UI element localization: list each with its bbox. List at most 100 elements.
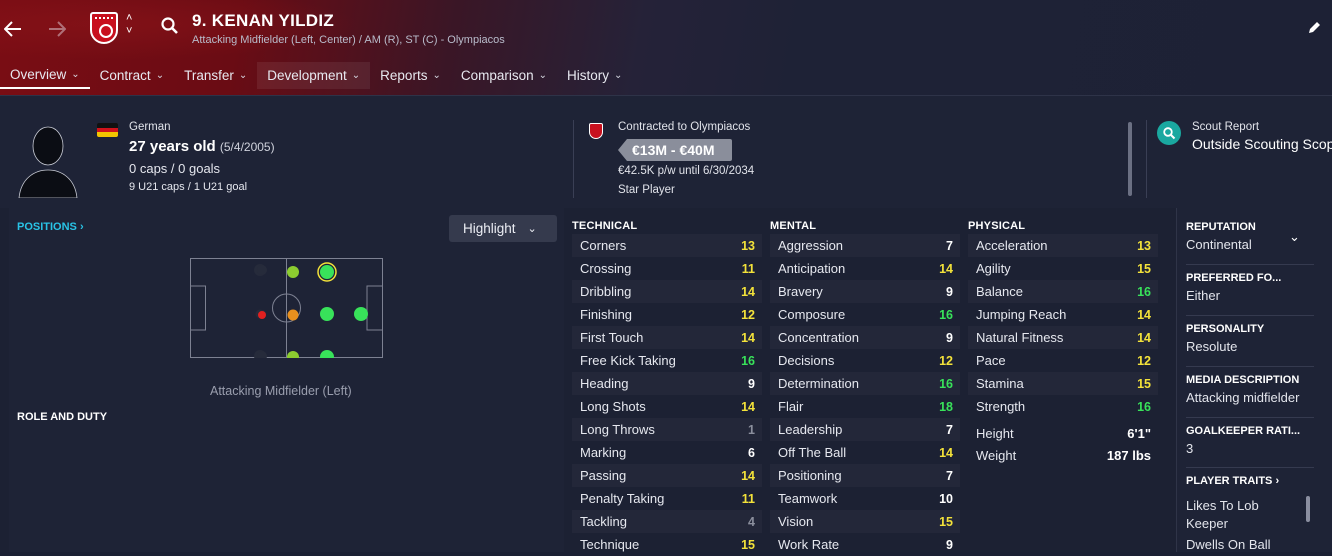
trait-item: Likes To Lob Keeper xyxy=(1186,498,1259,531)
tab-history[interactable]: History ⌄ xyxy=(557,62,632,89)
tab-label: Transfer xyxy=(184,68,234,83)
highlight-dropdown[interactable]: Highlight ⌄ xyxy=(449,215,557,242)
attribute-row[interactable]: Teamwork 10 xyxy=(770,487,960,510)
player-name: 9. KENAN YILDIZ xyxy=(192,11,335,30)
tab-transfer[interactable]: Transfer ⌄ xyxy=(174,62,257,89)
tab-reports[interactable]: Reports ⌄ xyxy=(370,62,451,89)
attribute-row[interactable]: Leadership 7 xyxy=(770,418,960,441)
attribute-value: 12 xyxy=(1137,353,1151,368)
attribute-row[interactable]: Marking 6 xyxy=(572,441,762,464)
attribute-row[interactable]: Jumping Reach 14 xyxy=(968,303,1158,326)
attribute-value: 15 xyxy=(939,514,953,529)
attribute-row[interactable]: Stamina 15 xyxy=(968,372,1158,395)
attribute-row[interactable]: Balance 16 xyxy=(968,280,1158,303)
attribute-row[interactable]: Pace 12 xyxy=(968,349,1158,372)
attribute-row[interactable]: Determination 16 xyxy=(770,372,960,395)
attribute-row[interactable]: First Touch 14 xyxy=(572,326,762,349)
attribute-value: 14 xyxy=(741,284,755,299)
chevron-down-icon: ⌄ xyxy=(155,70,165,81)
tab-contract[interactable]: Contract ⌄ xyxy=(90,62,174,89)
attribute-row[interactable]: Aggression 7 xyxy=(770,234,960,257)
attribute-row[interactable]: Long Throws 1 xyxy=(572,418,762,441)
position-dot xyxy=(258,311,266,319)
search-button[interactable] xyxy=(160,16,180,36)
attribute-row[interactable]: Anticipation 14 xyxy=(770,257,960,280)
tab-comparison[interactable]: Comparison ⌄ xyxy=(451,62,557,89)
chevron-down-icon: ⌄ xyxy=(527,223,537,235)
attribute-value: 10 xyxy=(939,491,953,506)
attribute-value: 14 xyxy=(939,445,953,460)
chevron-down-icon[interactable]: ⌄ xyxy=(1289,229,1300,245)
attribute-name: Work Rate xyxy=(778,537,840,552)
attribute-row[interactable]: Dribbling 14 xyxy=(572,280,762,303)
attribute-row[interactable]: Penalty Taking 11 xyxy=(572,487,762,510)
attribute-row[interactable]: Decisions 12 xyxy=(770,349,960,372)
chevron-down-icon: ⌄ xyxy=(432,70,441,81)
tab-development[interactable]: Development ⌄ xyxy=(257,62,371,89)
germany-flag-icon xyxy=(97,123,118,137)
attribute-row[interactable]: Long Shots 14 xyxy=(572,395,762,418)
age-value: 27 years old xyxy=(129,138,216,155)
chevron-down-icon: ⌄ xyxy=(614,70,623,81)
attribute-value: 14 xyxy=(741,330,755,345)
role-and-duty-title: ROLE AND DUTY xyxy=(17,411,108,423)
tab-label: Development xyxy=(267,68,347,83)
attribute-row[interactable]: Passing 14 xyxy=(572,464,762,487)
attribute-row[interactable]: Bravery 9 xyxy=(770,280,960,303)
chevron-down-icon[interactable]: ˅ xyxy=(126,25,132,38)
attribute-row[interactable]: Positioning 7 xyxy=(770,464,960,487)
attribute-row[interactable]: Vision 15 xyxy=(770,510,960,533)
player-switcher[interactable]: ˄ ˅ xyxy=(126,12,132,38)
scrollbar[interactable] xyxy=(1128,122,1132,196)
attribute-name: Anticipation xyxy=(778,261,846,276)
attribute-row[interactable]: Acceleration 13 xyxy=(968,234,1158,257)
attribute-row[interactable]: Agility 15 xyxy=(968,257,1158,280)
attribute-row[interactable]: Strength 16 xyxy=(968,395,1158,418)
attribute-row[interactable]: Concentration 9 xyxy=(770,326,960,349)
media-description-value: Attacking midfielder xyxy=(1186,390,1300,405)
attribute-name: Finishing xyxy=(580,307,633,322)
attribute-value: 15 xyxy=(1137,261,1151,276)
attribute-name: Composure xyxy=(778,307,846,322)
attribute-row[interactable]: Technique 15 xyxy=(572,533,762,556)
forward-button[interactable] xyxy=(44,16,70,42)
attribute-row[interactable]: Off The Ball 14 xyxy=(770,441,960,464)
attribute-value: 16 xyxy=(1137,399,1151,414)
attribute-name: Crossing xyxy=(580,261,632,276)
back-button[interactable] xyxy=(0,16,26,42)
attribute-row[interactable]: Heading 9 xyxy=(572,372,762,395)
technical-attributes: TECHNICAL Corners 13 Crossing 11 Dribbling 14… xyxy=(572,220,762,556)
club-crest[interactable] xyxy=(90,12,118,44)
weight-value: 187 lbs xyxy=(1106,447,1151,463)
scout-report-button[interactable] xyxy=(1157,121,1181,145)
tab-bar: Overview ⌄ Contract ⌄ Transfer ⌄ Developmen… xyxy=(0,62,632,92)
player-traits-title[interactable]: PLAYER TRAITS › xyxy=(1186,475,1304,487)
positions-link[interactable]: POSITIONS › xyxy=(17,221,84,233)
attribute-value: 14 xyxy=(1137,307,1151,322)
attribute-row[interactable]: Flair 18 xyxy=(770,395,960,418)
chevron-down-icon: ⌄ xyxy=(538,70,548,81)
preferred-foot-block: PREFERRED FO... Either xyxy=(1186,272,1314,303)
attribute-row[interactable]: Composure 16 xyxy=(770,303,960,326)
search-icon xyxy=(1163,127,1176,140)
attribute-value: 9 xyxy=(946,284,953,299)
attribute-row[interactable]: Corners 13 xyxy=(572,234,762,257)
attribute-row[interactable]: Work Rate 9 xyxy=(770,533,960,556)
preferred-foot-title: PREFERRED FO... xyxy=(1186,272,1282,284)
attribute-row[interactable]: Tackling 4 xyxy=(572,510,762,533)
weight-label: Weight xyxy=(976,447,1017,463)
scrollbar[interactable] xyxy=(1306,496,1310,522)
player-traits-block[interactable]: PLAYER TRAITS › Likes To Lob Keeper Dwel… xyxy=(1186,475,1304,552)
chevron-up-icon[interactable]: ˄ xyxy=(126,12,132,25)
attribute-row[interactable]: Free Kick Taking 16 xyxy=(572,349,762,372)
edit-button[interactable] xyxy=(1306,20,1322,36)
attribute-row[interactable]: Natural Fitness 14 xyxy=(968,326,1158,349)
attribute-row[interactable]: Crossing 11 xyxy=(572,257,762,280)
attribute-value: 7 xyxy=(946,238,953,253)
attribute-name: Stamina xyxy=(976,376,1024,391)
transfer-value-tag[interactable]: €13M - €40M xyxy=(618,139,732,161)
player-positions: Attacking Midfielder (Left, Center) / AM… xyxy=(192,34,505,46)
date-of-birth: (5/4/2005) xyxy=(219,140,275,154)
attribute-row[interactable]: Finishing 12 xyxy=(572,303,762,326)
tab-overview[interactable]: Overview ⌄ xyxy=(0,62,90,89)
